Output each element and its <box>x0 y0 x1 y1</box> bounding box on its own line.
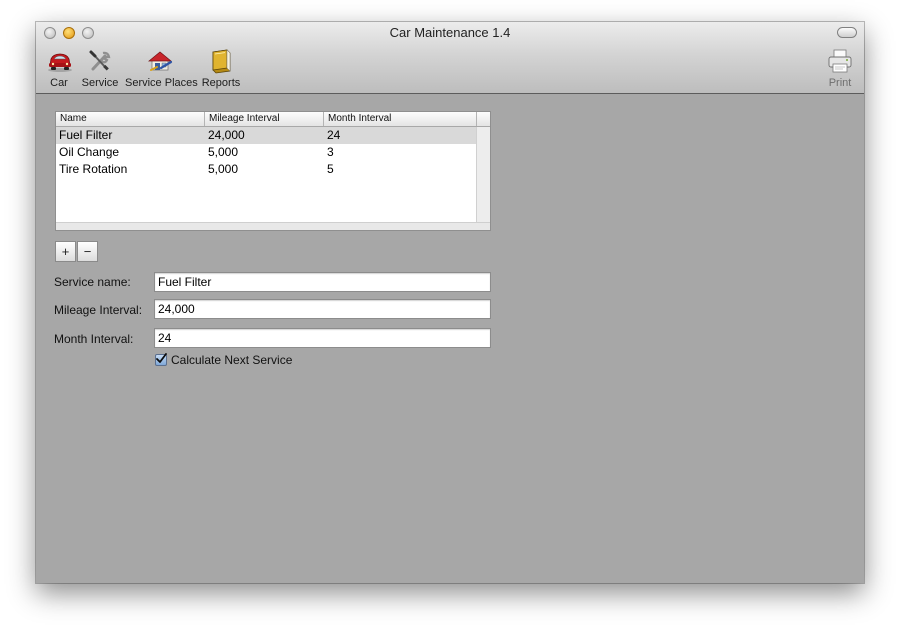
table-body: Fuel Filter 24,000 24 Oil Change 5,000 3… <box>56 127 476 222</box>
table-row[interactable]: Fuel Filter 24,000 24 <box>56 127 476 144</box>
toolbar-reports-label: Reports <box>201 77 241 89</box>
service-name-field[interactable]: Fuel Filter <box>154 272 491 292</box>
cell-name: Fuel Filter <box>59 128 113 142</box>
table-row[interactable]: Oil Change 5,000 3 <box>56 144 476 161</box>
calculate-next-service-label[interactable]: Calculate Next Service <box>171 353 292 367</box>
column-header-mileage-interval[interactable]: Mileage Interval <box>205 112 324 126</box>
column-header-month-interval[interactable]: Month Interval <box>324 112 477 126</box>
cell-name: Oil Change <box>59 145 120 159</box>
mileage-interval-label: Mileage Interval: <box>54 303 143 317</box>
remove-service-button[interactable]: − <box>77 241 98 262</box>
window-title: Car Maintenance 1.4 <box>389 25 511 40</box>
printer-icon <box>828 49 852 73</box>
house-icon <box>147 51 172 71</box>
toolbar-service-places-label: Service Places <box>125 77 198 89</box>
mileage-interval-field[interactable]: 24,000 <box>154 299 491 319</box>
cell-name: Tire Rotation <box>59 162 128 176</box>
table-row[interactable]: Tire Rotation 5,000 5 <box>56 161 476 178</box>
toolbar-service-places-button[interactable]: Service Places <box>125 48 198 89</box>
toolbar-print-label: Print <box>828 77 852 89</box>
table-header: Name Mileage Interval Month Interval <box>56 112 490 127</box>
cell-mileage: 5,000 <box>208 162 239 176</box>
main-window: Car Maintenance 1.4 Car Service Service … <box>36 22 864 583</box>
toolbar-print-button[interactable]: Print <box>826 48 854 89</box>
checkmark-icon <box>156 353 167 363</box>
toolbar-service-button[interactable]: Service <box>81 48 119 89</box>
cell-mileage: 24,000 <box>208 128 245 142</box>
vertical-scrollbar[interactable] <box>476 127 490 222</box>
toolbar-car-button[interactable]: Car <box>46 48 72 89</box>
car-icon <box>48 53 72 72</box>
toolbar-service-label: Service <box>81 77 119 89</box>
cell-mileage: 5,000 <box>208 145 239 159</box>
wrench-screwdriver-icon <box>89 50 111 71</box>
title-bar: Car Maintenance 1.4 Car Service Service … <box>36 22 864 94</box>
month-interval-field[interactable]: 24 <box>154 328 491 348</box>
toolbar-reports-button[interactable]: Reports <box>201 48 241 89</box>
cell-month: 5 <box>327 162 334 176</box>
cell-month: 24 <box>327 128 341 142</box>
add-service-button[interactable]: + <box>55 241 76 262</box>
column-header-name[interactable]: Name <box>56 112 205 126</box>
calculate-next-service-checkbox[interactable] <box>155 353 167 366</box>
toolbar-car-label: Car <box>50 77 68 89</box>
service-name-label: Service name: <box>54 275 131 289</box>
cell-month: 3 <box>327 145 334 159</box>
services-table[interactable]: Name Mileage Interval Month Interval Fue… <box>55 111 491 231</box>
horizontal-scrollbar[interactable] <box>56 222 490 230</box>
toolbar-toggle-button[interactable] <box>837 27 857 38</box>
month-interval-label: Month Interval: <box>54 332 134 346</box>
book-icon <box>212 49 231 74</box>
